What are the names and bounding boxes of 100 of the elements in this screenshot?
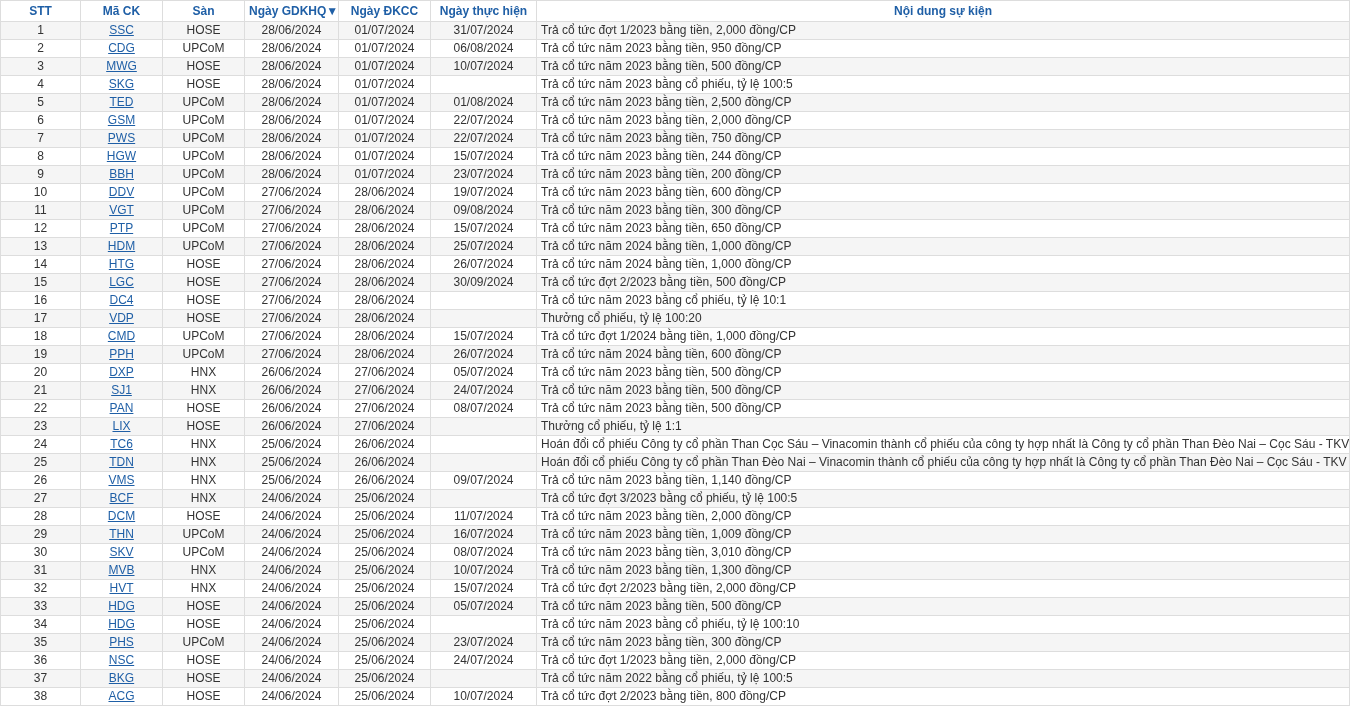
ex-date-cell: 28/06/2024 bbox=[244, 165, 339, 184]
exchange-cell: UPCoM bbox=[162, 111, 245, 130]
exchange-cell: HNX bbox=[162, 435, 245, 454]
row-number: 2 bbox=[0, 39, 81, 58]
row-number: 21 bbox=[0, 381, 81, 400]
exchange-cell: HOSE bbox=[162, 399, 245, 418]
ex-date-cell: 24/06/2024 bbox=[244, 633, 339, 652]
event-content-cell: Trả cổ tức năm 2023 bằng tiền, 600 đồng/CP bbox=[536, 183, 1350, 202]
record-date-cell: 28/06/2024 bbox=[338, 291, 431, 310]
exchange-cell: HNX bbox=[162, 579, 245, 598]
exchange-cell: HOSE bbox=[162, 597, 245, 616]
row-number: 18 bbox=[0, 327, 81, 346]
ex-date-cell: 24/06/2024 bbox=[244, 597, 339, 616]
ex-date-cell: 26/06/2024 bbox=[244, 381, 339, 400]
exchange-cell: UPCoM bbox=[162, 237, 245, 256]
record-date-cell: 25/06/2024 bbox=[338, 651, 431, 670]
row-number: 37 bbox=[0, 669, 81, 688]
exchange-cell: UPCoM bbox=[162, 543, 245, 562]
stock-code-link[interactable]: SJ1 bbox=[111, 383, 132, 397]
row-number: 33 bbox=[0, 597, 81, 616]
ex-date-cell: 27/06/2024 bbox=[244, 183, 339, 202]
event-content-cell: Trả cổ tức năm 2023 bằng tiền, 750 đồng/CP bbox=[536, 129, 1350, 148]
exchange-cell: HOSE bbox=[162, 273, 245, 292]
event-content-cell: Trả cổ tức năm 2023 bằng tiền, 1,140 đồng/CP bbox=[536, 471, 1350, 490]
pay-date-cell: 15/07/2024 bbox=[430, 579, 537, 598]
pay-date-cell: 15/07/2024 bbox=[430, 147, 537, 166]
record-date-cell: 25/06/2024 bbox=[338, 507, 431, 526]
event-content-cell: Trả cổ tức năm 2024 bằng tiền, 600 đồng/CP bbox=[536, 345, 1350, 364]
row-number: 16 bbox=[0, 291, 81, 310]
pay-date-cell: 24/07/2024 bbox=[430, 381, 537, 400]
record-date-cell: 25/06/2024 bbox=[338, 615, 431, 634]
ex-date-cell: 28/06/2024 bbox=[244, 57, 339, 76]
ex-date-cell: 28/06/2024 bbox=[244, 129, 339, 148]
event-content-cell: Trả cổ tức năm 2023 bằng tiền, 200 đồng/CP bbox=[536, 165, 1350, 184]
record-date-cell: 26/06/2024 bbox=[338, 471, 431, 490]
row-number: 19 bbox=[0, 345, 81, 364]
row-number: 35 bbox=[0, 633, 81, 652]
exchange-cell: HOSE bbox=[162, 417, 245, 436]
record-date-cell: 26/06/2024 bbox=[338, 435, 431, 454]
row-number: 1 bbox=[0, 21, 81, 40]
ex-date-cell: 27/06/2024 bbox=[244, 309, 339, 328]
ex-date-cell: 25/06/2024 bbox=[244, 471, 339, 490]
event-content-cell: Trả cổ tức năm 2023 bằng tiền, 2,500 đồng/CP bbox=[536, 93, 1350, 112]
event-content-cell: Trả cổ tức năm 2023 bằng tiền, 500 đồng/CP bbox=[536, 597, 1350, 616]
ex-date-cell: 27/06/2024 bbox=[244, 327, 339, 346]
pay-date-cell: 09/08/2024 bbox=[430, 201, 537, 220]
event-content-cell: Trả cổ tức đợt 1/2023 bằng tiền, 2,000 đồng/CP bbox=[536, 651, 1350, 670]
row-number: 28 bbox=[0, 507, 81, 526]
record-date-cell: 25/06/2024 bbox=[338, 687, 431, 706]
event-content-cell: Trả cổ tức năm 2024 bằng tiền, 1,000 đồng/CP bbox=[536, 237, 1350, 256]
event-content-cell: Trả cổ tức năm 2023 bằng cổ phiếu, tỷ lệ 100:10 bbox=[536, 615, 1350, 634]
row-number: 31 bbox=[0, 561, 81, 580]
record-date-cell: 25/06/2024 bbox=[338, 489, 431, 508]
exchange-cell: HOSE bbox=[162, 75, 245, 94]
record-date-cell: 25/06/2024 bbox=[338, 525, 431, 544]
row-number: 24 bbox=[0, 435, 81, 454]
event-content-cell: Trả cổ tức năm 2022 bằng cổ phiếu, tỷ lệ 100:5 bbox=[536, 669, 1350, 688]
ex-date-cell: 24/06/2024 bbox=[244, 687, 339, 706]
record-date-cell: 27/06/2024 bbox=[338, 399, 431, 418]
event-content-cell: Trả cổ tức năm 2023 bằng tiền, 950 đồng/CP bbox=[536, 39, 1350, 58]
record-date-cell: 25/06/2024 bbox=[338, 597, 431, 616]
record-date-cell: 01/07/2024 bbox=[338, 111, 431, 130]
exchange-cell: HOSE bbox=[162, 615, 245, 634]
exchange-cell: HOSE bbox=[162, 57, 245, 76]
column-header: Sàn bbox=[162, 0, 245, 22]
pay-date-cell: 23/07/2024 bbox=[430, 165, 537, 184]
record-date-cell: 25/06/2024 bbox=[338, 633, 431, 652]
ex-date-cell: 25/06/2024 bbox=[244, 453, 339, 472]
ex-date-cell: 27/06/2024 bbox=[244, 201, 339, 220]
exchange-cell: HOSE bbox=[162, 309, 245, 328]
pay-date-cell: 15/07/2024 bbox=[430, 327, 537, 346]
event-content-cell: Trả cổ tức năm 2023 bằng tiền, 244 đồng/CP bbox=[536, 147, 1350, 166]
exchange-cell: HOSE bbox=[162, 255, 245, 274]
column-header: Ngày ĐKCC bbox=[338, 0, 431, 22]
pay-date-cell: 15/07/2024 bbox=[430, 219, 537, 238]
row-number: 20 bbox=[0, 363, 81, 382]
ex-date-cell: 28/06/2024 bbox=[244, 21, 339, 40]
record-date-cell: 01/07/2024 bbox=[338, 21, 431, 40]
row-number: 14 bbox=[0, 255, 81, 274]
exchange-cell: UPCoM bbox=[162, 183, 245, 202]
row-number: 38 bbox=[0, 687, 81, 706]
record-date-cell: 25/06/2024 bbox=[338, 669, 431, 688]
record-date-cell: 28/06/2024 bbox=[338, 219, 431, 238]
row-number: 5 bbox=[0, 93, 81, 112]
ex-date-cell: 24/06/2024 bbox=[244, 615, 339, 634]
ex-date-cell: 27/06/2024 bbox=[244, 255, 339, 274]
pay-date-cell: 31/07/2024 bbox=[430, 21, 537, 40]
ex-date-cell: 28/06/2024 bbox=[244, 111, 339, 130]
record-date-cell: 27/06/2024 bbox=[338, 381, 431, 400]
row-number: 15 bbox=[0, 273, 81, 292]
stock-code-link[interactable]: LIX bbox=[112, 419, 131, 433]
exchange-cell: HOSE bbox=[162, 291, 245, 310]
row-number: 9 bbox=[0, 165, 81, 184]
event-content-cell: Trả cổ tức đợt 3/2023 bằng cổ phiếu, tỷ lệ 100:5 bbox=[536, 489, 1350, 508]
ex-date-cell: 24/06/2024 bbox=[244, 579, 339, 598]
record-date-cell: 28/06/2024 bbox=[338, 183, 431, 202]
record-date-cell: 28/06/2024 bbox=[338, 237, 431, 256]
record-date-cell: 01/07/2024 bbox=[338, 57, 431, 76]
column-header[interactable]: Ngày GDKHQ▼ bbox=[244, 0, 339, 22]
ex-date-cell: 24/06/2024 bbox=[244, 525, 339, 544]
